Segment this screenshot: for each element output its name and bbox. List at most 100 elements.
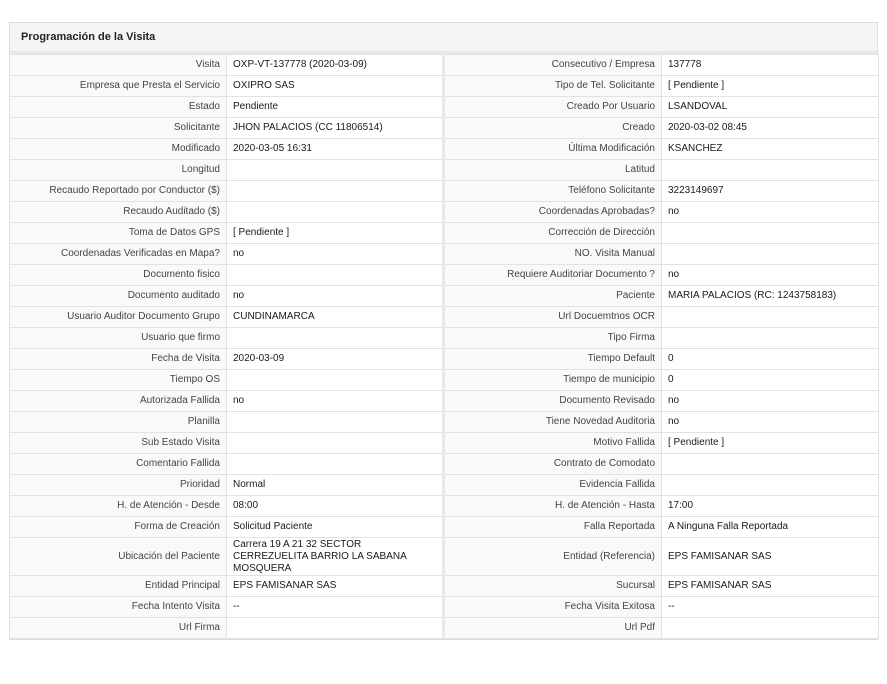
field-label: Entidad Principal <box>9 575 227 597</box>
field-value: 08:00 <box>226 495 445 517</box>
field-value: no <box>661 390 879 412</box>
table-row: Forma de Creación Solicitud Paciente Falla… <box>9 516 879 538</box>
field-value <box>661 222 879 244</box>
field-label: Latitud <box>443 159 662 181</box>
table-row: Estado Pendiente Creado Por Usuario LSANDOV… <box>9 96 879 118</box>
field-value: [ Pendiente ] <box>661 75 879 97</box>
field-value <box>661 243 879 265</box>
field-value: JHON PALACIOS (CC 11806514) <box>226 117 445 139</box>
field-label: Url Firma <box>9 617 227 639</box>
field-value <box>226 180 445 202</box>
field-label: Sucursal <box>443 575 662 597</box>
field-value <box>661 617 879 639</box>
table-row: Comentario Fallida Contrato de Comodato <box>9 453 879 475</box>
field-value: MARIA PALACIOS (RC: 1243758183) <box>661 285 879 307</box>
panel-title: Programación de la Visita <box>10 23 877 54</box>
field-value <box>226 617 445 639</box>
field-label: Ubicación del Paciente <box>9 537 227 576</box>
field-value <box>661 159 879 181</box>
field-label: Falla Reportada <box>443 516 662 538</box>
field-label: Documento fisico <box>9 264 227 286</box>
table-row: H. de Atención - Desde 08:00 H. de Atenció… <box>9 495 879 517</box>
field-value <box>661 327 879 349</box>
field-value: Carrera 19 A 21 32 SECTOR CERREZUELITA B… <box>226 537 445 576</box>
field-value: A Ninguna Falla Reportada <box>661 516 879 538</box>
field-label: Coordenadas Verificadas en Mapa? <box>9 243 227 265</box>
table-row: Tiempo OS Tiempo de municipio 0 <box>9 369 879 391</box>
table-row: Solicitante JHON PALACIOS (CC 11806514) Cr… <box>9 117 879 139</box>
field-label: Fecha Intento Visita <box>9 596 227 618</box>
field-label: Tipo de Tel. Solicitante <box>443 75 662 97</box>
field-label: NO. Visita Manual <box>443 243 662 265</box>
field-value: EPS FAMISANAR SAS <box>226 575 445 597</box>
field-label: Entidad (Referencia) <box>443 537 662 576</box>
field-label: Documento Revisado <box>443 390 662 412</box>
field-label: Solicitante <box>9 117 227 139</box>
field-value: 0 <box>661 369 879 391</box>
field-value: Normal <box>226 474 445 496</box>
field-label: Toma de Datos GPS <box>9 222 227 244</box>
field-value <box>226 159 445 181</box>
table-row: Recaudo Auditado ($) Coordenadas Aprobada… <box>9 201 879 223</box>
field-value: 2020-03-02 08:45 <box>661 117 879 139</box>
field-value: 2020-03-05 16:31 <box>226 138 445 160</box>
field-label: Url Pdf <box>443 617 662 639</box>
table-row: Prioridad Normal Evidencia Fallida <box>9 474 879 496</box>
field-label: Tipo Firma <box>443 327 662 349</box>
table-row: Recaudo Reportado por Conductor ($) Teléf… <box>9 180 879 202</box>
table-row: Longitud Latitud <box>9 159 879 181</box>
field-value <box>226 453 445 475</box>
table-row: Autorizada Fallida no Documento Revisado no <box>9 390 879 412</box>
field-value: KSANCHEZ <box>661 138 879 160</box>
field-label: Evidencia Fallida <box>443 474 662 496</box>
field-value: no <box>661 264 879 286</box>
visit-programming-panel: Programación de la Visita Visita OXP-VT-1… <box>9 22 879 640</box>
field-label: Consecutivo / Empresa <box>443 54 662 76</box>
field-label: Tiempo OS <box>9 369 227 391</box>
field-value: 0 <box>661 348 879 370</box>
field-value: 3223149697 <box>661 180 879 202</box>
field-label: Documento auditado <box>9 285 227 307</box>
field-label: Fecha de Visita <box>9 348 227 370</box>
field-value <box>226 264 445 286</box>
field-label: Url Docuemtnos OCR <box>443 306 662 328</box>
field-label: H. de Atención - Hasta <box>443 495 662 517</box>
table-row: Usuario que firmo Tipo Firma <box>9 327 879 349</box>
field-label: Teléfono Solicitante <box>443 180 662 202</box>
field-value: OXIPRO SAS <box>226 75 445 97</box>
field-label: Modificado <box>9 138 227 160</box>
table-row: Visita OXP-VT-137778 (2020-03-09) Consecut… <box>9 54 879 76</box>
field-label: Forma de Creación <box>9 516 227 538</box>
field-value: [ Pendiente ] <box>226 222 445 244</box>
field-label: Tiempo Default <box>443 348 662 370</box>
table-row: Usuario Auditor Documento Grupo CUNDINAMA… <box>9 306 879 328</box>
field-label: Prioridad <box>9 474 227 496</box>
field-label: Recaudo Reportado por Conductor ($) <box>9 180 227 202</box>
field-label: Corrección de Dirección <box>443 222 662 244</box>
field-label: Motivo Fallida <box>443 432 662 454</box>
field-label: Tiempo de municipio <box>443 369 662 391</box>
field-value: 2020-03-09 <box>226 348 445 370</box>
field-label: Paciente <box>443 285 662 307</box>
field-label: Usuario que firmo <box>9 327 227 349</box>
table-row: Sub Estado Visita Motivo Fallida[ Pendien… <box>9 432 879 454</box>
table-row: Planilla Tiene Novedad Auditoria no <box>9 411 879 433</box>
field-value: no <box>226 390 445 412</box>
field-label: H. de Atención - Desde <box>9 495 227 517</box>
table-row: Fecha Intento Visita -- Fecha Visita Exito… <box>9 596 879 618</box>
field-value: -- <box>661 596 879 618</box>
field-label: Usuario Auditor Documento Grupo <box>9 306 227 328</box>
field-value: CUNDINAMARCA <box>226 306 445 328</box>
field-label: Longitud <box>9 159 227 181</box>
field-label: Visita <box>9 54 227 76</box>
table-row: Ubicación del Paciente Carrera 19 A 21 32… <box>9 537 879 576</box>
field-value: no <box>661 201 879 223</box>
field-value: no <box>226 285 445 307</box>
field-value: [ Pendiente ] <box>661 432 879 454</box>
field-value <box>226 369 445 391</box>
field-label: Recaudo Auditado ($) <box>9 201 227 223</box>
field-value <box>661 453 879 475</box>
field-value: -- <box>226 596 445 618</box>
field-label: Contrato de Comodato <box>443 453 662 475</box>
field-label: Requiere Auditoriar Documento ? <box>443 264 662 286</box>
